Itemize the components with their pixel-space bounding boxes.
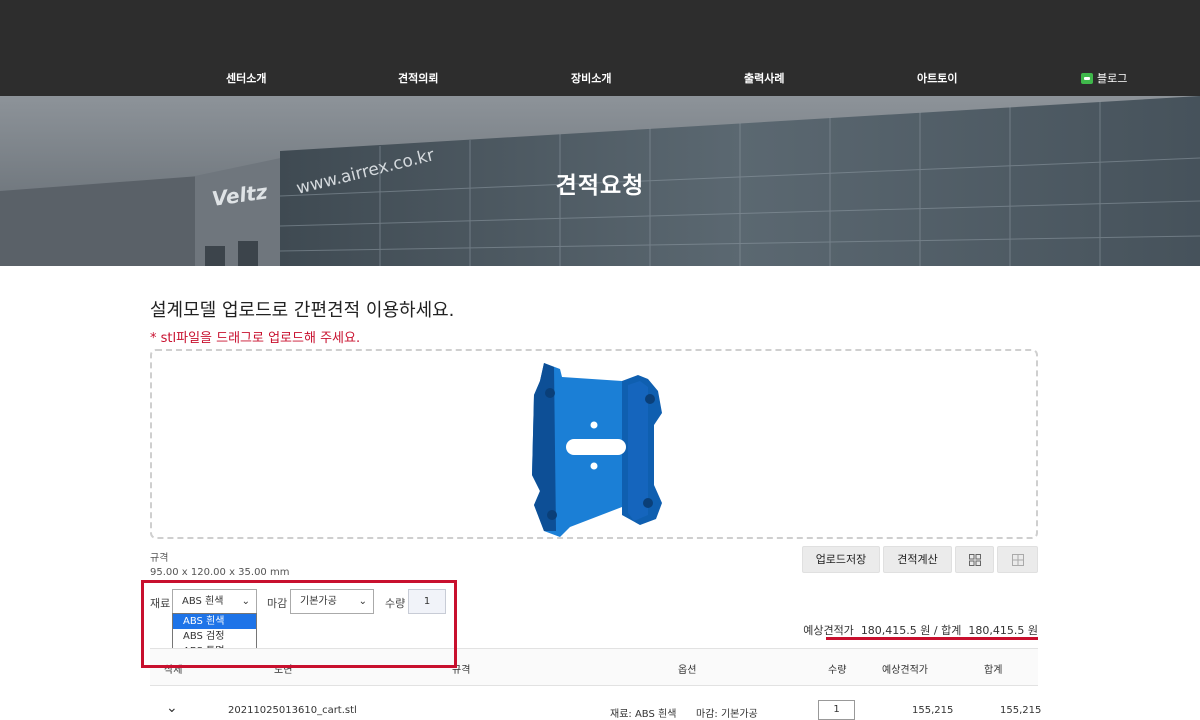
estimate-amount: 180,415.5 원	[860, 624, 931, 637]
row-total: 155,215	[1000, 705, 1042, 716]
nav-item-quote-request[interactable]: 견적의뢰	[398, 70, 438, 86]
row-price: 155,215	[912, 705, 954, 716]
3d-model-preview	[532, 363, 662, 537]
row-filename[interactable]: 20211025013610_cart.stl	[228, 705, 357, 716]
estimate-underline	[826, 637, 1038, 640]
spec-value: 95.00 x 120.00 x 35.00 mm	[150, 567, 290, 578]
estimate-summary: 예상견적가 180,415.5 원 / 합계 180,415.5 원	[803, 622, 1038, 638]
page-title: 견적요청	[555, 173, 645, 199]
grid-view-glyph	[968, 554, 981, 566]
total-label: 합계	[941, 624, 962, 637]
col-quantity: 수량	[828, 665, 847, 676]
quote-calculate-button[interactable]: 견적계산	[883, 546, 952, 573]
nav-item-blog[interactable]: 블로그	[1081, 70, 1127, 86]
row-material: 재료: ABS 흰색	[610, 709, 677, 720]
grid-view-icon[interactable]	[955, 546, 994, 573]
estimate-separator: /	[933, 624, 938, 637]
nav-item-equipment[interactable]: 장비소개	[571, 70, 611, 86]
blog-icon	[1081, 73, 1093, 84]
upload-headline: 설계모델 업로드로 간편견적 이용하세요.	[150, 300, 455, 321]
upload-note: * stl파일을 드래그로 업로드해 주세요.	[150, 331, 361, 346]
annotation-highlight-box	[141, 580, 457, 668]
row-quantity-input[interactable]: 1	[818, 700, 855, 720]
estimate-label: 예상견적가	[803, 624, 854, 637]
upload-save-button[interactable]: 업로드저장	[802, 546, 880, 573]
spec-label: 규격	[150, 553, 169, 564]
table-view-glyph	[1011, 554, 1024, 566]
top-navigation-bar: 센터소개 견적의뢰 장비소개 출력사례 아트토이 블로그	[0, 0, 1200, 96]
col-total: 합계	[984, 665, 1003, 676]
table-view-icon[interactable]	[997, 546, 1038, 573]
nav-item-center-intro[interactable]: 센터소개	[226, 70, 266, 86]
chevron-down-icon[interactable]: ⌄	[166, 700, 178, 716]
stl-dropzone[interactable]	[150, 349, 1038, 539]
nav-item-print-cases[interactable]: 출력사례	[744, 70, 784, 86]
hero-banner: Veltz www.airrex.co.kr 견적요청	[0, 96, 1200, 266]
row-finish: 마감: 기본가공	[696, 709, 758, 720]
blog-label: 블로그	[1097, 72, 1128, 85]
nav-item-art-toy[interactable]: 아트토이	[917, 70, 957, 86]
col-option: 옵션	[678, 665, 697, 676]
col-estimate: 예상견적가	[882, 665, 928, 676]
total-amount: 180,415.5 원	[968, 624, 1038, 637]
